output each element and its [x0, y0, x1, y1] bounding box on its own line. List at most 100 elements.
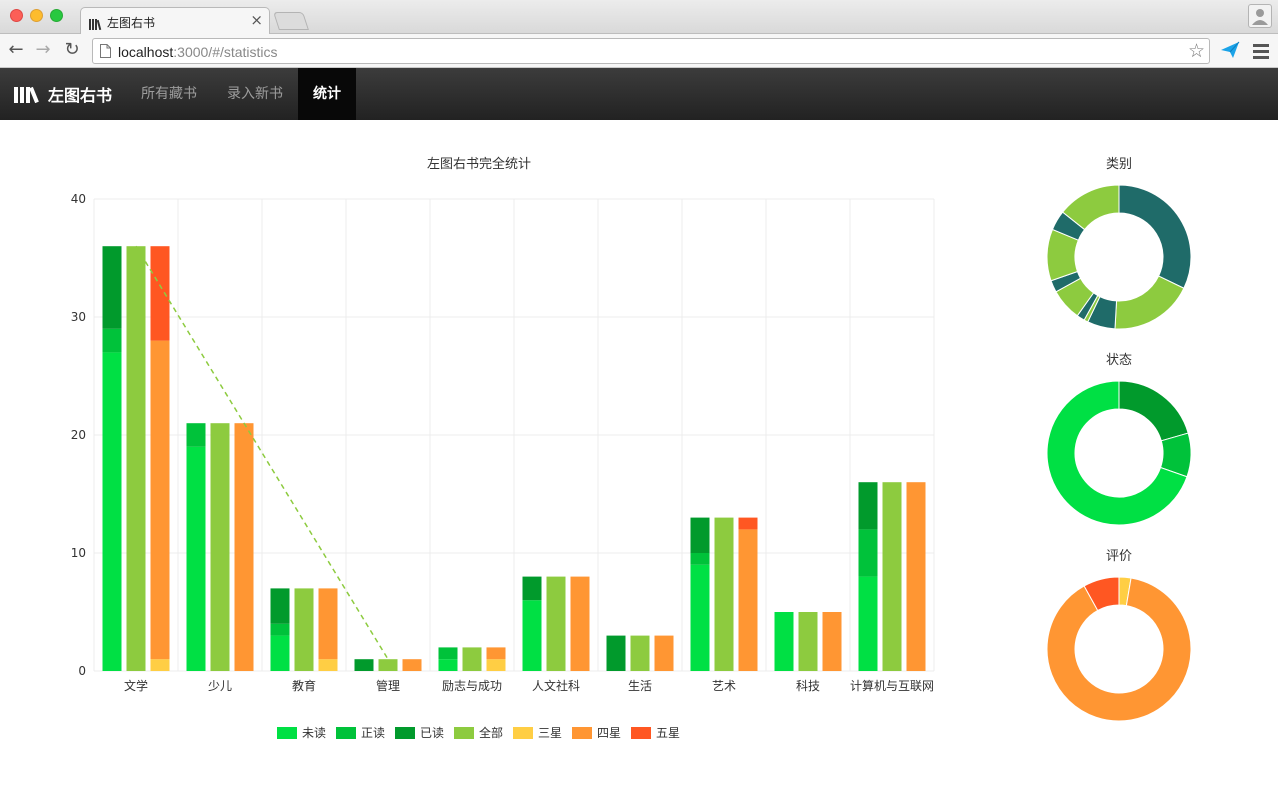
bar-rating-five_star [150, 246, 170, 341]
bar-rating-four_star [822, 612, 842, 671]
donut-0: 类别 [1046, 157, 1192, 330]
y-tick-label: 20 [71, 428, 86, 442]
x-tick-label: 教育 [292, 678, 316, 693]
bar-all-all [210, 423, 230, 671]
bar-all-all [378, 659, 398, 671]
bar-status-unread [270, 635, 290, 671]
legend-swatch [513, 727, 533, 739]
browser-tab[interactable]: 左图右书 × [80, 7, 270, 34]
legend-label: 正读 [361, 726, 385, 740]
legend-item: 四星 [572, 726, 621, 740]
user-icon [1252, 9, 1268, 25]
bar-rating-three_star [150, 659, 170, 671]
legend-swatch [631, 727, 651, 739]
y-tick-label: 40 [71, 192, 86, 206]
donut-charts: 类别状态评价 [1046, 157, 1192, 722]
legend-item: 全部 [454, 725, 503, 740]
menu-icon[interactable] [1253, 44, 1269, 59]
bar-status-read [522, 576, 542, 601]
donut-title: 状态 [1106, 353, 1132, 368]
bar-rating-five_star [738, 517, 758, 530]
bar-all-all [630, 635, 650, 671]
window-close-button[interactable] [10, 9, 23, 22]
legend-swatch [336, 727, 356, 739]
bar-status-reading [438, 647, 458, 660]
books-logo-icon [14, 86, 39, 103]
legend-label: 未读 [302, 726, 326, 740]
y-tick-label: 10 [71, 546, 86, 560]
donut-slice [1118, 380, 1189, 442]
legend-swatch [454, 727, 474, 739]
bar-status-unread [690, 564, 710, 671]
legend-swatch [572, 727, 592, 739]
window-minimize-button[interactable] [30, 9, 43, 22]
bar-status-reading [690, 553, 710, 565]
nav-statistics[interactable]: 统计 [298, 68, 356, 120]
legend-label: 三星 [538, 726, 562, 740]
y-tick-label: 0 [78, 664, 86, 678]
legend-swatch [395, 727, 415, 739]
legend-swatch [277, 727, 297, 739]
donut-1: 状态 [1046, 353, 1192, 526]
chart-legend: 未读 正读 已读 全部 三星 四星 五星 [277, 725, 680, 740]
bar-rating-four_star [318, 588, 338, 660]
back-arrow-icon[interactable]: ← [6, 40, 26, 60]
bar-all-all [546, 576, 566, 671]
bookmark-star-icon[interactable]: ☆ [1188, 40, 1205, 62]
bar-all-all [126, 246, 146, 671]
stacked-bar-chart: 左图右书完全统计 0 10 20 30 40 文学 少儿 教育 管理 励志与成功 人文社科 生活 艺术… [71, 156, 935, 740]
send-extension-icon[interactable] [1220, 41, 1240, 59]
bar-rating-four_star [906, 482, 926, 671]
y-axis: 0 10 20 30 40 [71, 192, 86, 678]
x-axis: 文学 少儿 教育 管理 励志与成功 人文社科 生活 艺术 科技 计算机与互联网 [124, 678, 934, 693]
legend-label: 已读 [420, 726, 444, 740]
x-tick-label: 计算机与互联网 [850, 678, 934, 693]
nav-all-books[interactable]: 所有藏书 [126, 68, 212, 120]
brand-title: 左图右书 [48, 86, 113, 105]
bar-status-unread [438, 659, 458, 671]
bar-status-read [270, 588, 290, 624]
bar-all-all [714, 517, 734, 671]
bar-status-unread [102, 352, 122, 671]
bar-all-all [462, 647, 482, 671]
bar-rating-four_star [150, 340, 170, 660]
legend-label: 全部 [479, 725, 503, 740]
statistics-content: 左图右书完全统计 0 10 20 30 40 文学 少儿 教育 管理 励志与成功 人文社科 生活 艺术… [0, 120, 1278, 804]
window-maximize-button[interactable] [50, 9, 63, 22]
bar-rating-four_star [486, 647, 506, 660]
brand[interactable]: 左图右书 [14, 82, 112, 106]
x-tick-label: 管理 [376, 678, 400, 693]
forward-arrow-icon[interactable]: → [33, 40, 53, 60]
x-tick-label: 科技 [796, 679, 820, 693]
bar-status-reading [102, 328, 122, 353]
x-tick-label: 生活 [628, 679, 652, 693]
chart-title: 左图右书完全统计 [427, 156, 531, 172]
bar-status-unread [858, 576, 878, 671]
profile-button[interactable] [1248, 4, 1272, 28]
page-icon [100, 44, 111, 58]
bar-status-unread [522, 600, 542, 671]
bar-rating-four_star [654, 635, 674, 671]
bar-all-all [882, 482, 902, 671]
bar-status-unread [774, 612, 794, 671]
donut-title: 评价 [1106, 549, 1132, 564]
tab-close-icon[interactable]: × [250, 12, 263, 28]
bar-status-read [606, 635, 626, 671]
address-bar[interactable]: localhost:3000/#/statistics ☆ [92, 38, 1210, 64]
legend-item: 未读 [277, 726, 326, 740]
bar-status-reading [186, 423, 206, 447]
browser-titlebar: 左图右书 × [0, 0, 1278, 34]
reload-icon[interactable]: ↻ [62, 40, 82, 60]
x-tick-label: 励志与成功 [442, 679, 502, 693]
bar-rating-four_star [402, 659, 422, 671]
nav-add-book[interactable]: 录入新书 [212, 68, 298, 120]
x-tick-label: 文学 [124, 678, 148, 693]
bar-all-all [294, 588, 314, 671]
bar-status-read [102, 246, 122, 329]
bar-rating-four_star [738, 529, 758, 671]
x-tick-label: 人文社科 [532, 678, 580, 693]
new-tab-button[interactable] [273, 12, 309, 30]
donut-title: 类别 [1106, 157, 1132, 172]
bar-status-unread [186, 446, 206, 671]
bar-status-read [858, 482, 878, 530]
